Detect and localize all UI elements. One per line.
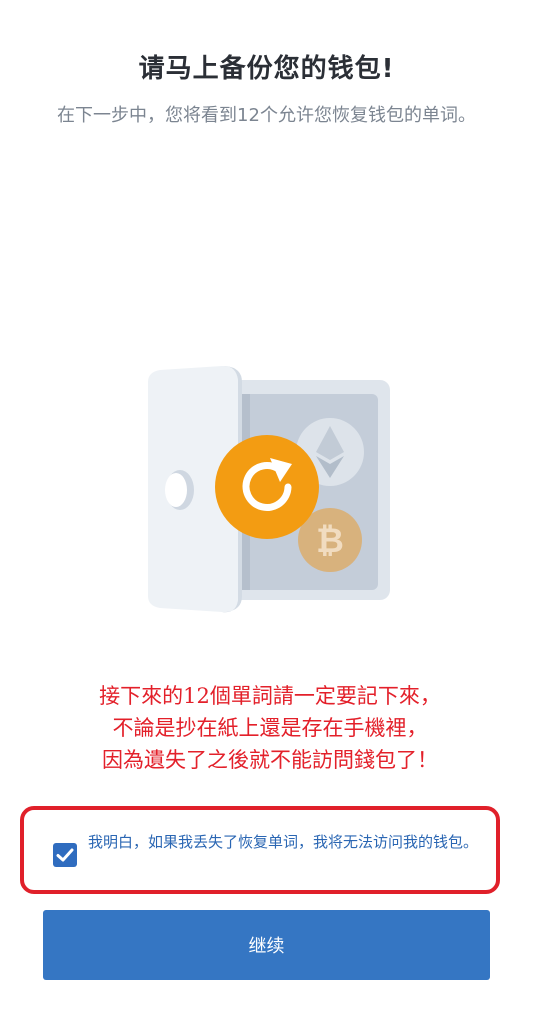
confirm-label[interactable]: 我明白，如果我丢失了恢复单词，我将无法访问我的钱包。 xyxy=(88,830,488,855)
continue-button[interactable]: 继续 xyxy=(43,910,490,980)
confirm-checkbox[interactable] xyxy=(53,843,77,867)
refresh-icon xyxy=(215,435,319,539)
checkmark-icon xyxy=(56,848,74,862)
annotation-line: 不論是抄在紙上還是存在手機裡， xyxy=(112,716,428,740)
vault-illustration: ₿ xyxy=(130,360,400,620)
page-title: 请马上备份您的钱包! xyxy=(138,54,395,84)
svg-text:₿: ₿ xyxy=(316,521,344,561)
annotation-line: 因為遺失了之後就不能訪問錢包了！ xyxy=(102,748,438,772)
vault-icon: ₿ xyxy=(148,365,390,613)
page-subtitle: 在下一步中，您将看到12个允许您恢复钱包的单词。 xyxy=(57,105,476,126)
annotation-line: 接下來的12個單詞請一定要記下來， xyxy=(99,684,441,708)
annotation-note: 接下來的12個單詞請一定要記下來， 不論是抄在紙上還是存在手機裡， 因為遺失了之… xyxy=(30,680,510,776)
